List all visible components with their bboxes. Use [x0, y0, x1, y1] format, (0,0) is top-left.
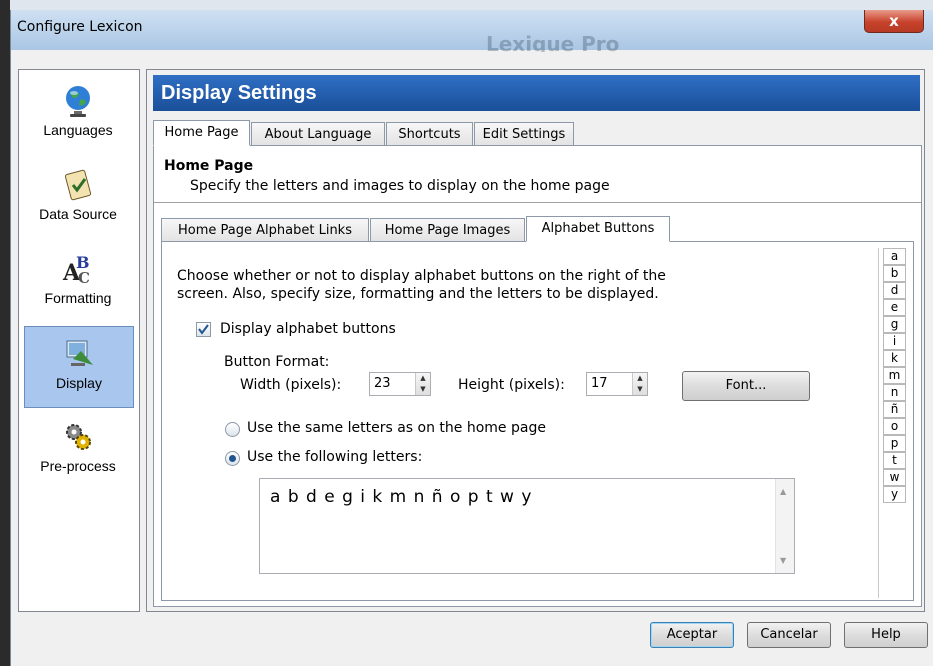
close-button[interactable]: x: [864, 10, 924, 33]
alphabet-buttons-panel: Choose whether or not to display alphabe…: [161, 241, 914, 601]
sidebar-item-label: Display: [56, 375, 102, 391]
spin-arrows-icon[interactable]: ▲ ▼: [632, 373, 647, 395]
scroll-up-icon[interactable]: ▲: [780, 487, 786, 496]
svg-text:C: C: [78, 269, 90, 286]
dialog-client: Languages Data Source A B C Formatting D…: [18, 52, 928, 612]
tab-shortcuts[interactable]: Shortcuts: [386, 122, 473, 146]
following-letters-label[interactable]: Use the following letters:: [247, 449, 422, 465]
letter-button[interactable]: t: [883, 452, 906, 469]
textarea-scrollbar[interactable]: ▲ ▼: [775, 479, 794, 573]
sidebar-item-label: Pre-process: [40, 458, 116, 474]
letter-button[interactable]: ñ: [883, 401, 906, 418]
close-icon: x: [889, 12, 899, 30]
letter-button[interactable]: w: [883, 469, 906, 486]
alphabet-button-column: a b d e g i k m n ñ o p t w y: [878, 248, 912, 598]
display-icon: [66, 340, 93, 366]
window-title: Configure Lexicon: [17, 19, 143, 35]
tab-edit-settings[interactable]: Edit Settings: [474, 122, 574, 146]
title-bar[interactable]: Configure Lexicon Lexique Pro x: [11, 10, 933, 56]
sidebar-item-display[interactable]: Display: [24, 326, 134, 408]
same-letters-label[interactable]: Use the same letters as on the home page: [247, 420, 546, 436]
scroll-down-icon[interactable]: ▼: [780, 556, 786, 565]
page-title: Display Settings: [153, 75, 920, 111]
intro-text-line1: Choose whether or not to display alphabe…: [177, 268, 666, 284]
help-button[interactable]: Help: [844, 622, 928, 648]
tab-home-page-images[interactable]: Home Page Images: [370, 218, 525, 242]
display-alphabet-buttons-checkbox[interactable]: [196, 322, 211, 337]
desktop-background: [0, 0, 933, 10]
letters-value: a b d e g i k m n ñ o p t w y: [270, 487, 533, 507]
sidebar-item-label: Languages: [43, 122, 113, 138]
letter-button[interactable]: p: [883, 435, 906, 452]
abc-icon: A B C: [62, 253, 90, 286]
checklist-icon: [64, 169, 92, 201]
following-letters-radio[interactable]: [225, 451, 240, 466]
checkmark-icon: [198, 324, 209, 335]
letter-button[interactable]: e: [883, 299, 906, 316]
letter-button[interactable]: a: [883, 248, 906, 265]
sidebar-item-label: Formatting: [44, 290, 112, 306]
height-stepper[interactable]: 17 ▲ ▼: [586, 372, 648, 396]
configure-lexicon-dialog: Configure Lexicon Lexique Pro x Language…: [10, 10, 933, 666]
same-letters-radio[interactable]: [225, 422, 240, 437]
tab-alphabet-buttons[interactable]: Alphabet Buttons: [526, 216, 670, 242]
height-value: 17: [591, 376, 608, 391]
sidebar-item-label: Data Source: [39, 206, 117, 222]
font-button[interactable]: Font...: [682, 371, 810, 401]
sidebar-item-languages[interactable]: Languages: [24, 74, 132, 154]
width-label: Width (pixels):: [240, 377, 342, 393]
section-title: Home Page: [164, 158, 254, 174]
letter-button[interactable]: y: [883, 486, 906, 503]
height-label: Height (pixels):: [458, 377, 565, 393]
spin-arrows-icon[interactable]: ▲ ▼: [415, 373, 430, 395]
letter-button[interactable]: n: [883, 384, 906, 401]
tab-home-page-alphabet-links[interactable]: Home Page Alphabet Links: [161, 218, 369, 242]
width-value: 23: [374, 376, 391, 391]
section-description: Specify the letters and images to displa…: [190, 178, 610, 194]
letter-button[interactable]: d: [883, 282, 906, 299]
tab-home-page[interactable]: Home Page: [153, 120, 250, 146]
divider: [154, 202, 921, 203]
ok-button[interactable]: Aceptar: [650, 622, 734, 648]
desktop-edge: [0, 0, 10, 666]
sidebar-item-formatting[interactable]: A B C Formatting: [24, 242, 132, 322]
cancel-button[interactable]: Cancelar: [747, 622, 831, 648]
width-stepper[interactable]: 23 ▲ ▼: [369, 372, 431, 396]
intro-text-line2: screen. Also, specify size, formatting a…: [177, 286, 659, 302]
category-sidebar: Languages Data Source A B C Formatting D…: [18, 69, 140, 612]
letters-textarea[interactable]: a b d e g i k m n ñ o p t w y ▲ ▼: [259, 478, 795, 574]
tab-about-language[interactable]: About Language: [251, 122, 385, 146]
display-alphabet-buttons-label[interactable]: Display alphabet buttons: [220, 321, 396, 337]
letter-button[interactable]: m: [883, 367, 906, 384]
sidebar-item-data-source[interactable]: Data Source: [24, 158, 132, 238]
gears-icon: [66, 424, 91, 450]
home-page-tab-content: Home Page Specify the letters and images…: [153, 145, 922, 607]
globe-icon: [66, 86, 90, 117]
letter-button[interactable]: k: [883, 350, 906, 367]
letter-button[interactable]: i: [883, 333, 906, 350]
letter-button[interactable]: g: [883, 316, 906, 333]
letter-button[interactable]: b: [883, 265, 906, 282]
sidebar-item-pre-process[interactable]: Pre-process: [24, 410, 132, 490]
letter-button[interactable]: o: [883, 418, 906, 435]
button-format-label: Button Format:: [224, 354, 330, 370]
settings-panel: Display Settings Home Page About Languag…: [146, 69, 925, 612]
